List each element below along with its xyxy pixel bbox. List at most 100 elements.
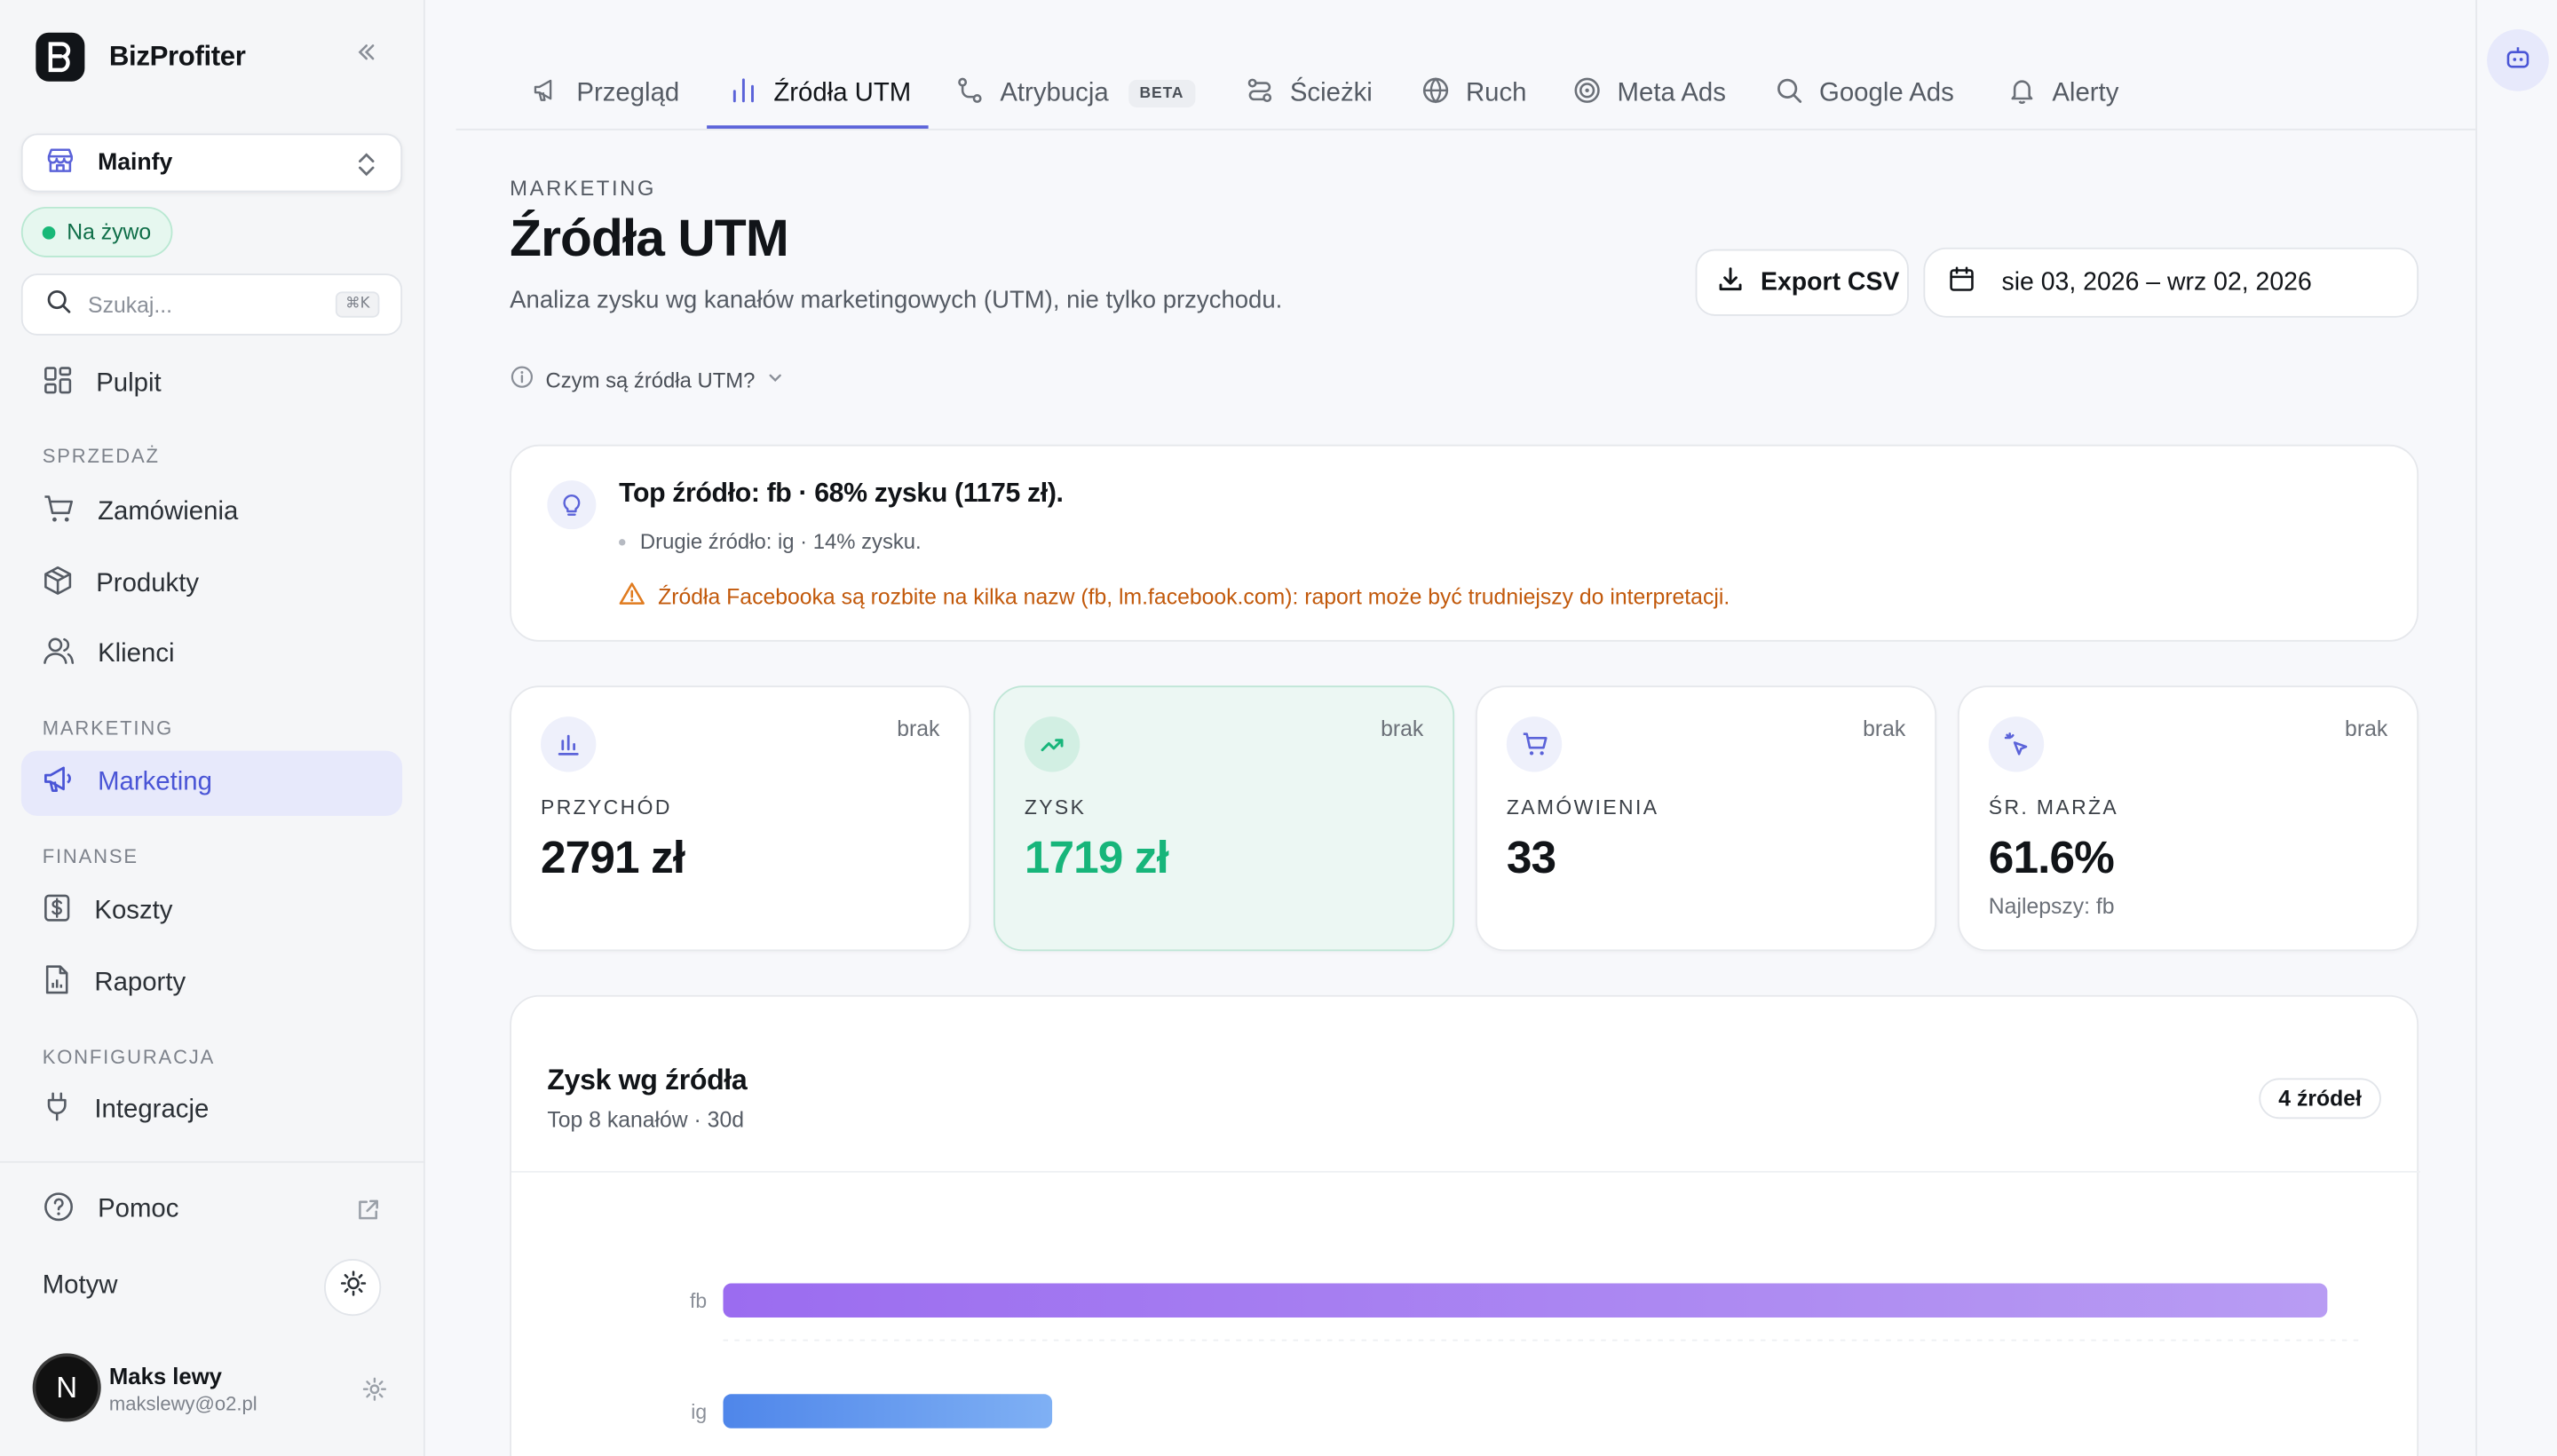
brand[interactable]: BizProfiter <box>36 32 246 82</box>
store-selector[interactable]: Mainfy <box>20 133 403 193</box>
insight-secondary: Drugie źródło: ig · 14% zysku. <box>619 529 922 554</box>
tab-label: Przegląd <box>576 78 680 107</box>
bar-ig[interactable] <box>723 1394 1053 1428</box>
sidebar: BizProfiter Mainfy Na żywo Szukaj... ⌘K <box>0 0 425 1456</box>
insight-warning: Źródła Facebooka są rozbite na kilka naz… <box>619 582 1730 611</box>
chevron-down-icon <box>764 368 784 392</box>
tab-meta-ads[interactable]: Meta Ads <box>1573 57 1726 131</box>
bar-fb[interactable] <box>723 1283 2328 1318</box>
profit-bar-chart: fb ig <box>690 1283 2361 1428</box>
theme-toggle-button[interactable] <box>324 1258 382 1317</box>
kpi-card-profit: brak ZYSK 1719 zł <box>993 685 1455 952</box>
date-range-picker[interactable]: sie 03, 2026 – wrz 02, 2026 <box>1923 247 2419 318</box>
tab-traffic[interactable]: Ruch <box>1421 57 1526 131</box>
cart-icon <box>43 494 75 533</box>
user-email: makslewy@o2.pl <box>108 1392 257 1416</box>
tab-attribution[interactable]: Atrybucja BETA <box>956 57 1196 131</box>
globe-icon <box>1421 75 1449 111</box>
bot-icon <box>2505 44 2530 78</box>
sidebar-item-products[interactable]: Produkty <box>21 552 402 617</box>
trending-up-icon <box>1024 716 1081 772</box>
kpi-value: 2791 zł <box>541 832 685 883</box>
tab-label: Ścieżki <box>1289 78 1373 107</box>
tab-alerts[interactable]: Alerty <box>2008 57 2118 131</box>
sparkle-cursor-icon <box>1988 716 2045 772</box>
page-title: Źródła UTM <box>510 208 789 267</box>
tab-google-ads[interactable]: Google Ads <box>1775 57 1954 131</box>
search-icon <box>45 288 71 322</box>
source-count-badge: 4 źródeł <box>2259 1078 2381 1120</box>
section-label-finance: FINANSE <box>42 845 139 868</box>
date-range-label: sie 03, 2026 – wrz 02, 2026 <box>2001 267 2312 296</box>
route-icon <box>956 75 984 111</box>
tab-label: Meta Ads <box>1617 78 1726 107</box>
logo-icon <box>36 32 85 82</box>
external-link-icon[interactable] <box>355 1197 381 1231</box>
sidebar-item-costs[interactable]: Koszty <box>21 880 402 945</box>
tab-label: Google Ads <box>1819 78 1954 107</box>
calendar-icon <box>1948 265 1975 300</box>
megaphone-icon <box>43 764 75 803</box>
sidebar-item-integrations[interactable]: Integracje <box>21 1078 402 1143</box>
gear-icon[interactable] <box>361 1376 387 1411</box>
search-shortcut: ⌘K <box>336 291 380 318</box>
utm-help-toggle[interactable]: Czym są źródła UTM? <box>510 365 784 394</box>
user-name: Maks lewy <box>108 1363 222 1389</box>
page-subtitle: Analiza zysku wg kanałów marketingowych … <box>510 286 1283 315</box>
report-icon <box>43 964 72 1003</box>
sidebar-item-pulpit[interactable]: Pulpit <box>21 352 402 416</box>
collapse-sidebar-icon[interactable] <box>355 41 378 70</box>
tab-bar: Przegląd Źródła UTM Atrybucja BETA Ścież… <box>455 57 2476 131</box>
kpi-card-revenue: brak PRZYCHÓD 2791 zł <box>510 685 971 952</box>
help-label: Czym są źródła UTM? <box>545 367 756 392</box>
live-status-badge[interactable]: Na żywo <box>20 206 173 257</box>
box-icon <box>43 566 74 605</box>
section-label-config: KONFIGURACJA <box>42 1045 216 1069</box>
plug-icon <box>43 1091 72 1130</box>
kpi-value: 33 <box>1506 832 1556 883</box>
sun-icon <box>339 1270 366 1305</box>
download-icon <box>1716 265 1744 300</box>
chart-subtitle: Top 8 kanałów · 30d <box>547 1107 745 1132</box>
grid-icon <box>43 365 74 404</box>
insight-warning-text: Źródła Facebooka są rozbite na kilka naz… <box>658 583 1730 609</box>
section-label-marketing: MARKETING <box>42 716 174 740</box>
kpi-card-margin: brak ŚR. MARŻA 61.6% Najlepszy: fb <box>1957 685 2419 952</box>
page-eyebrow: MARKETING <box>510 176 657 201</box>
warning-icon <box>619 582 645 611</box>
bar-chart-icon <box>730 75 757 111</box>
sidebar-item-help[interactable]: Pomoc <box>21 1177 402 1242</box>
tab-utm[interactable]: Źródła UTM <box>730 57 911 131</box>
tab-overview[interactable]: Przegląd <box>533 57 679 131</box>
export-csv-button[interactable]: Export CSV <box>1695 249 1909 316</box>
insight-title: Top źródło: fb · 68% zysku (1175 zł). <box>619 479 1064 509</box>
megaphone-icon <box>533 75 560 111</box>
sidebar-item-clients[interactable]: Klienci <box>21 622 402 687</box>
export-label: Export CSV <box>1760 267 1900 296</box>
store-name: Mainfy <box>98 149 173 177</box>
info-icon <box>510 365 534 394</box>
insight-secondary-text: Drugie źródło: ig · 14% zysku. <box>639 529 922 554</box>
search-placeholder: Szukaj... <box>88 292 173 317</box>
sidebar-item-orders[interactable]: Zamówienia <box>21 480 402 545</box>
kpi-note: Najlepszy: fb <box>1988 894 2115 919</box>
chart-title: Zysk wg źródła <box>547 1063 748 1096</box>
live-label: Na żywo <box>67 219 152 245</box>
sidebar-item-marketing[interactable]: Marketing <box>20 750 403 817</box>
kpi-label: ZYSK <box>1024 796 1087 819</box>
sidebar-item-reports[interactable]: Raporty <box>21 951 402 1016</box>
active-tab-indicator <box>707 125 929 129</box>
search-input[interactable]: Szukaj... ⌘K <box>20 273 403 336</box>
users-icon <box>43 635 75 674</box>
dollar-icon <box>43 892 72 931</box>
bar-chart-icon <box>541 716 597 772</box>
bar-label-fb: fb <box>690 1289 707 1312</box>
kpi-change-badge: brak <box>897 716 940 741</box>
lightbulb-icon <box>547 480 597 530</box>
search-icon <box>1775 75 1802 111</box>
assistant-button[interactable] <box>2487 29 2549 91</box>
section-label-sales: SPRZEDAŻ <box>42 444 160 468</box>
avatar[interactable]: N <box>32 1353 101 1422</box>
kpi-change-badge: brak <box>1863 716 1906 741</box>
tab-paths[interactable]: Ścieżki <box>1246 57 1373 131</box>
